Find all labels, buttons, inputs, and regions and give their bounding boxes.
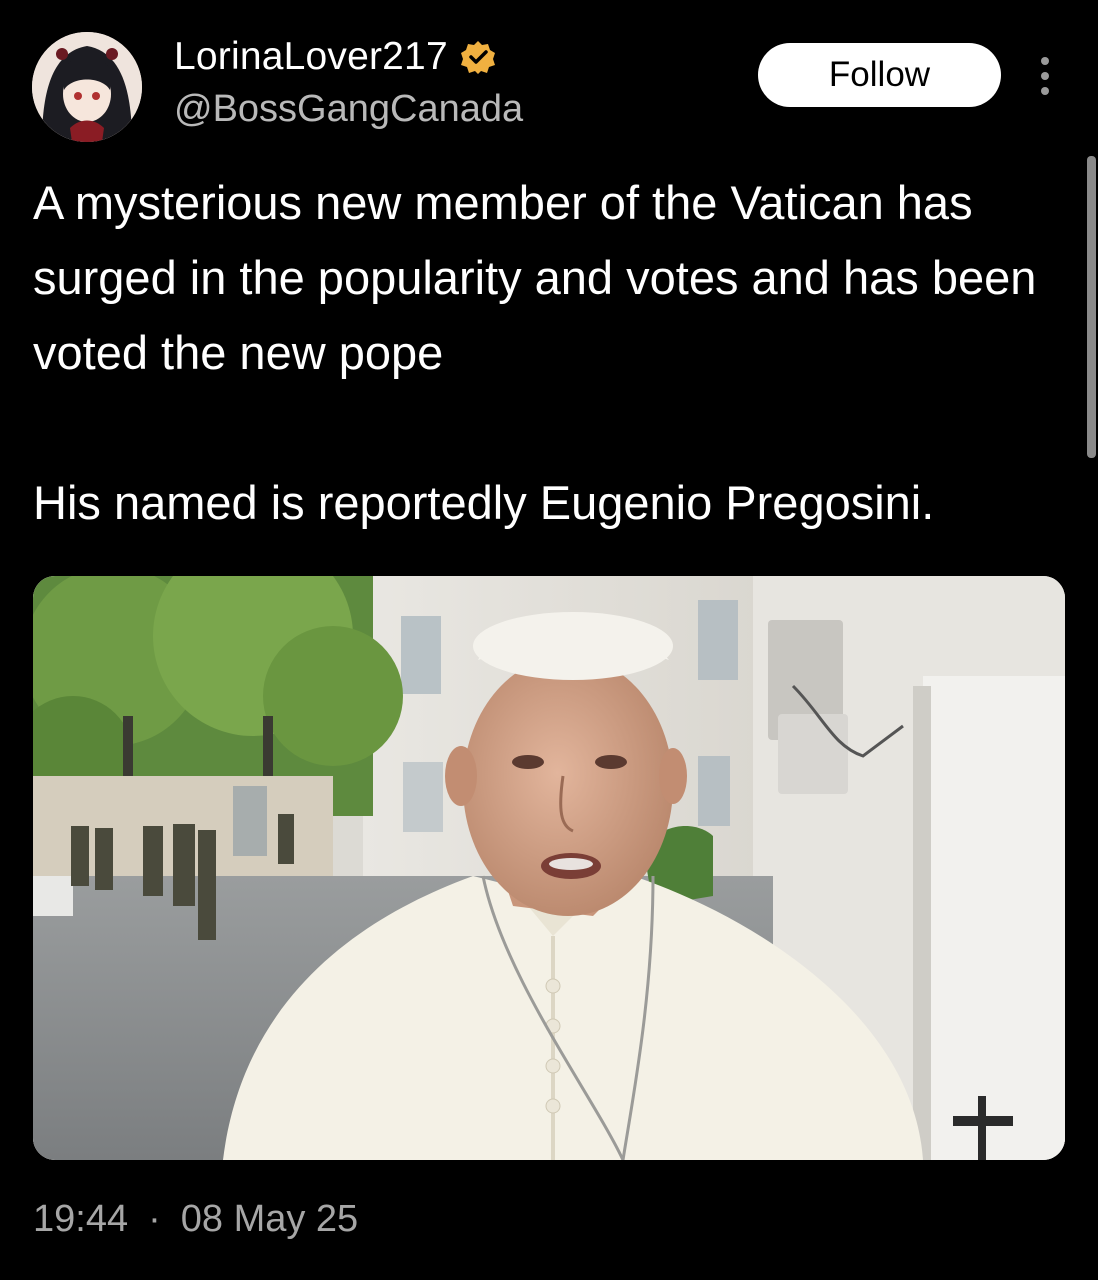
tweet-paragraph: A mysterious new member of the Vatican h… <box>33 176 1037 379</box>
follow-button[interactable]: Follow <box>758 43 1001 107</box>
author-display-name[interactable]: LorinaLover217 <box>174 35 448 79</box>
tweet-media-image[interactable] <box>33 576 1065 1160</box>
scrollbar[interactable] <box>1087 156 1096 458</box>
more-vertical-icon[interactable] <box>1034 54 1056 98</box>
tweet-date: 08 May 25 <box>180 1198 359 1240</box>
tweet-paragraph: His named is reportedly Eugenio Pregosin… <box>33 476 935 529</box>
author-handle[interactable]: @BossGangCanada <box>174 88 523 131</box>
photo <box>33 576 1065 1160</box>
tweet-timestamp[interactable]: 19:44 · 08 May 25 <box>33 1198 358 1241</box>
avatar-image <box>32 32 142 142</box>
tweet-time: 19:44 <box>33 1198 129 1240</box>
avatar[interactable] <box>32 32 142 142</box>
tweet-text: A mysterious new member of the Vatican h… <box>33 165 1063 540</box>
verified-badge-icon <box>460 39 496 75</box>
author-name-row[interactable]: LorinaLover217 <box>174 34 496 80</box>
separator-dot: · <box>148 1198 161 1240</box>
